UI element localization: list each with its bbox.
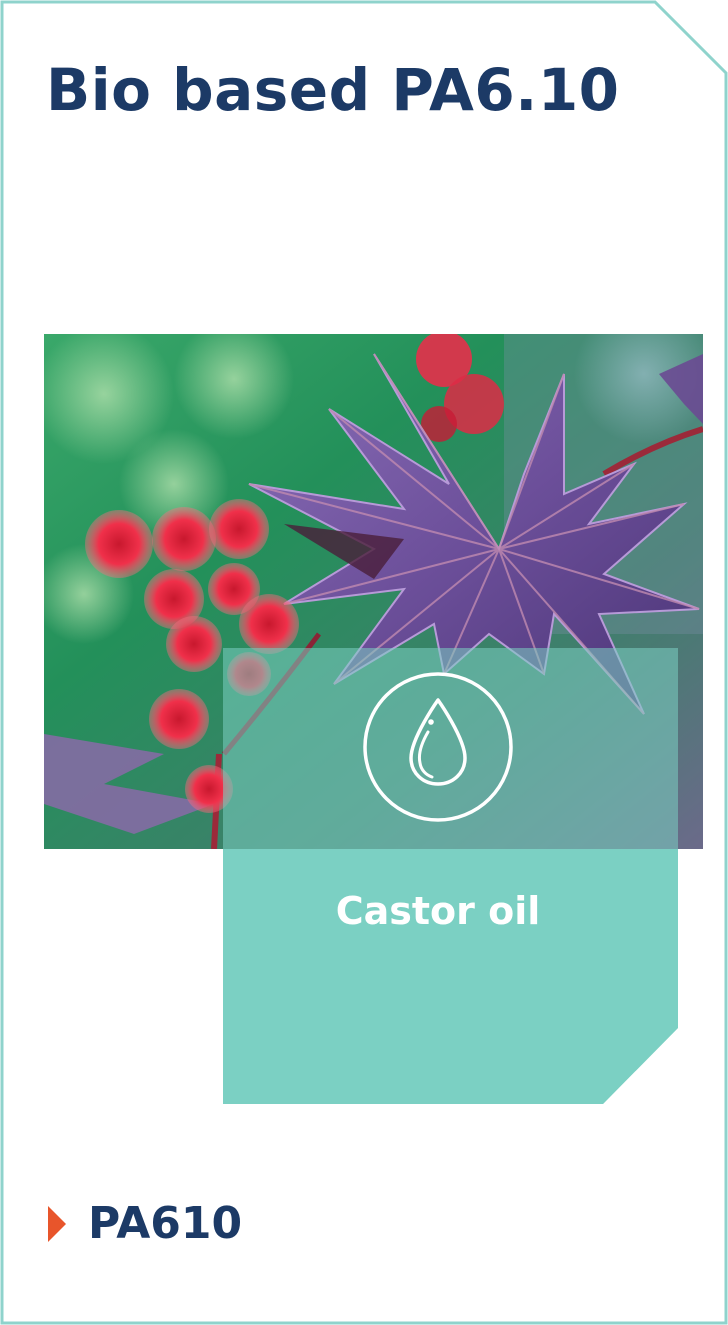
castor-oil-panel: Castor oil bbox=[223, 648, 678, 1104]
oil-drop-icon bbox=[363, 672, 513, 822]
arrow-right-icon bbox=[48, 1206, 66, 1242]
page-title: Bio based PA6.10 bbox=[46, 56, 620, 124]
product-label: PA610 bbox=[88, 1198, 243, 1249]
feedstock-label: Castor oil bbox=[335, 889, 541, 933]
product-row: PA610 bbox=[48, 1196, 242, 1252]
